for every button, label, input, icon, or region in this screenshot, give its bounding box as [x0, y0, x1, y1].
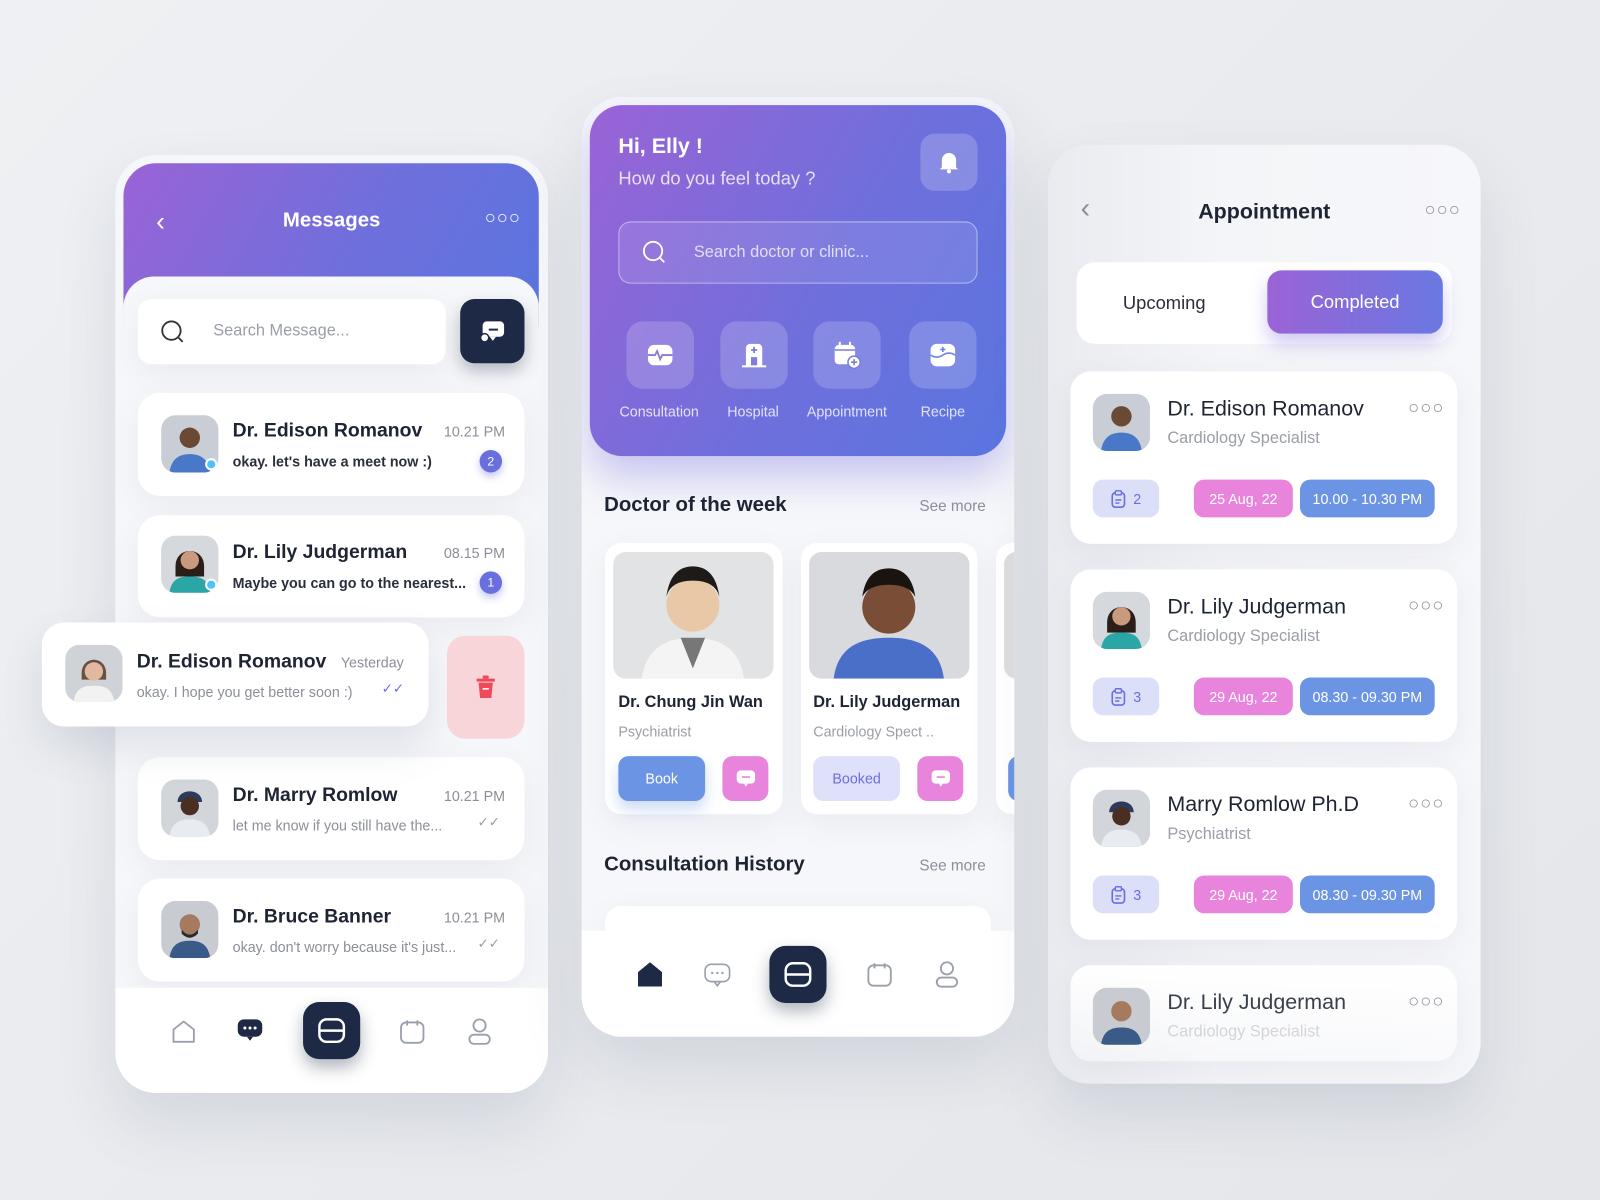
date-pill: 29 Aug, 22 [1193, 875, 1293, 914]
time-pill: 08.30 - 09.30 PM [1299, 875, 1435, 914]
doctor-card[interactable]: Dr. Chung Jin Wan Psychiatrist Book [605, 542, 783, 815]
read-check-icon: ✓✓ [381, 680, 404, 696]
more-options-icon[interactable]: ○○○ [1424, 199, 1460, 220]
doctor-card[interactable]: Dr. Lily Judgerman Cardiology Spect .. B… [801, 542, 978, 815]
date-pill: 25 Aug, 22 [1193, 479, 1293, 518]
profile-icon[interactable] [464, 1016, 495, 1047]
calendar-icon[interactable] [397, 1016, 428, 1047]
more-options-icon[interactable]: ○○○ [1408, 793, 1444, 814]
read-check-icon: ✓✓ [477, 935, 500, 952]
page-title: Appointment [1198, 199, 1331, 224]
doctor-card-partial[interactable] [995, 542, 1015, 815]
chat-icon [931, 770, 950, 787]
greeting-subtitle: How do you feel today ? [618, 168, 816, 189]
session-count: 3 [1092, 677, 1160, 716]
scan-icon [784, 962, 812, 987]
chat-button[interactable] [722, 756, 769, 802]
appointment-card[interactable]: Dr. Lily Judgerman Cardiology Specialist… [1070, 569, 1458, 742]
scan-button[interactable] [303, 1002, 361, 1060]
chat-icon[interactable] [235, 1014, 266, 1045]
hospital-icon [741, 343, 767, 368]
read-check-icon: ✓✓ [477, 814, 500, 830]
home-icon[interactable] [635, 959, 666, 990]
see-more-link[interactable]: See more [919, 857, 985, 874]
appointment-card[interactable]: Dr. Edison Romanov Cardiology Specialist… [1070, 371, 1458, 544]
tab-upcoming[interactable]: Upcoming [1077, 293, 1253, 314]
search-input[interactable]: Search Message... [137, 298, 446, 365]
avatar [161, 901, 219, 959]
clipboard-icon [1111, 885, 1125, 904]
search-icon [642, 240, 665, 263]
appointment-card[interactable]: Dr. Lily Judgerman Cardiology Specialist… [1070, 965, 1458, 1062]
appointment-card[interactable]: Marry Romlow Ph.D Psychiatrist ○○○ 3 29 A… [1070, 767, 1458, 940]
greeting: Hi, Elly ! [618, 134, 703, 159]
see-more-link[interactable]: See more [919, 498, 985, 515]
tab-bar: Upcoming Completed [1076, 262, 1453, 344]
avatar [1092, 393, 1150, 452]
bottom-nav [581, 930, 1015, 1037]
scan-icon [318, 1018, 346, 1044]
message-item[interactable]: Dr. Bruce Banner 10.21 PM okay. don't wo… [137, 878, 525, 982]
message-item[interactable]: Dr. Lily Judgerman 08.15 PM Maybe you ca… [137, 515, 525, 618]
hospital-button[interactable] [720, 321, 788, 389]
calendar-plus-icon [834, 341, 861, 370]
medicine-icon [930, 343, 956, 367]
delete-button[interactable] [446, 635, 525, 739]
time-pill: 08.30 - 09.30 PM [1299, 677, 1435, 716]
more-options-icon[interactable]: ○○○ [1408, 595, 1444, 616]
appointment-button[interactable] [813, 321, 881, 389]
message-item[interactable]: Dr. Marry Romlow 10.21 PM let me know if… [137, 757, 525, 861]
new-message-button[interactable] [460, 298, 525, 364]
more-options-icon[interactable]: ○○○ [1408, 397, 1444, 418]
message-item-swiped[interactable]: Dr. Edison Romanov Yesterday okay. I hop… [41, 622, 429, 727]
session-count: 3 [1092, 875, 1160, 914]
avatar [161, 779, 219, 837]
section-title: Consultation History [604, 853, 805, 876]
message-item[interactable]: Dr. Edison Romanov 10.21 PM okay. let's … [137, 392, 525, 496]
heartbeat-icon [647, 344, 673, 366]
profile-icon[interactable] [932, 959, 963, 990]
section-title: Doctor of the week [604, 493, 787, 517]
book-button[interactable]: Book [618, 756, 706, 802]
date-pill: 29 Aug, 22 [1193, 677, 1293, 716]
compose-chat-icon [479, 320, 504, 343]
search-input[interactable]: Search doctor or clinic... [618, 221, 978, 284]
avatar [1092, 591, 1150, 649]
bell-icon [939, 153, 959, 174]
scan-button[interactable] [769, 945, 827, 1004]
page-title: Messages [282, 209, 381, 232]
search-icon [161, 320, 184, 343]
home-screen: Hi, Elly ! How do you feel today ? Searc… [581, 96, 1015, 1037]
chat-icon [736, 770, 755, 787]
bottom-nav [115, 987, 548, 1093]
avatar [1092, 789, 1150, 847]
doctor-photo [613, 552, 774, 679]
clipboard-icon [1111, 489, 1125, 508]
unread-badge: 2 [479, 449, 503, 473]
home-icon[interactable] [168, 1016, 199, 1047]
consultation-button[interactable] [626, 321, 694, 389]
chat-button[interactable] [917, 756, 964, 802]
clipboard-icon [1111, 687, 1125, 706]
avatar [65, 644, 123, 703]
avatar [1092, 987, 1150, 1045]
more-options-icon[interactable]: ○○○ [485, 207, 521, 228]
doctor-photo [809, 552, 970, 679]
session-count: 2 [1092, 479, 1160, 518]
booked-button[interactable]: Booked [813, 756, 900, 802]
time-pill: 10.00 - 10.30 PM [1299, 479, 1435, 518]
chat-icon[interactable] [702, 959, 733, 990]
tab-completed[interactable]: Completed [1267, 270, 1443, 334]
trash-icon [476, 674, 495, 698]
calendar-icon[interactable] [864, 959, 895, 990]
more-options-icon[interactable]: ○○○ [1408, 991, 1444, 1012]
unread-badge: 1 [479, 571, 503, 594]
recipe-button[interactable] [909, 321, 977, 389]
notification-button[interactable] [920, 133, 978, 191]
